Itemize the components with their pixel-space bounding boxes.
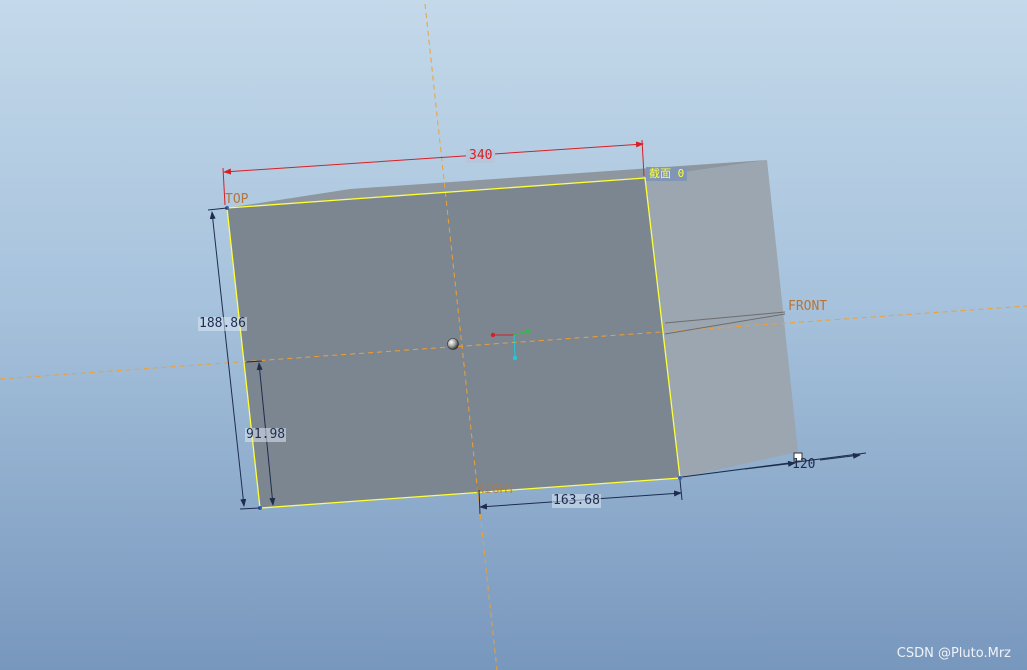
dim-91-label[interactable]: 91.98 [245, 428, 287, 442]
origin-sphere[interactable] [447, 338, 459, 350]
datum-right-label[interactable]: RIGHT [476, 483, 515, 497]
dim-188-ext-top [207, 207, 228, 211]
dim-163-ext-right [679, 479, 683, 501]
model-scene[interactable] [0, 0, 1027, 670]
model-viewport[interactable]: 340 截面 0 TOP 188.86 91.98 FRONT RIGHT 16… [0, 0, 1027, 670]
dim-163-label[interactable]: 163.68 [552, 494, 601, 508]
dim-340-label[interactable]: 340 [466, 149, 496, 163]
dim-120-arrow-left [744, 460, 796, 470]
dim-340-line[interactable] [223, 141, 644, 175]
dim-120-arrow-right [819, 452, 861, 461]
dim-120-label[interactable]: 120 [791, 458, 816, 472]
watermark: CSDN @Pluto.Mrz [896, 646, 1011, 661]
datum-top-label[interactable]: TOP [225, 193, 248, 207]
vertex-bottom-right[interactable] [678, 476, 682, 480]
dim-188-ext-bottom [239, 507, 261, 510]
datum-front-label[interactable]: FRONT [788, 300, 827, 314]
section-label: 截面 0 [646, 167, 688, 181]
dim-188-label[interactable]: 188.86 [198, 317, 247, 331]
